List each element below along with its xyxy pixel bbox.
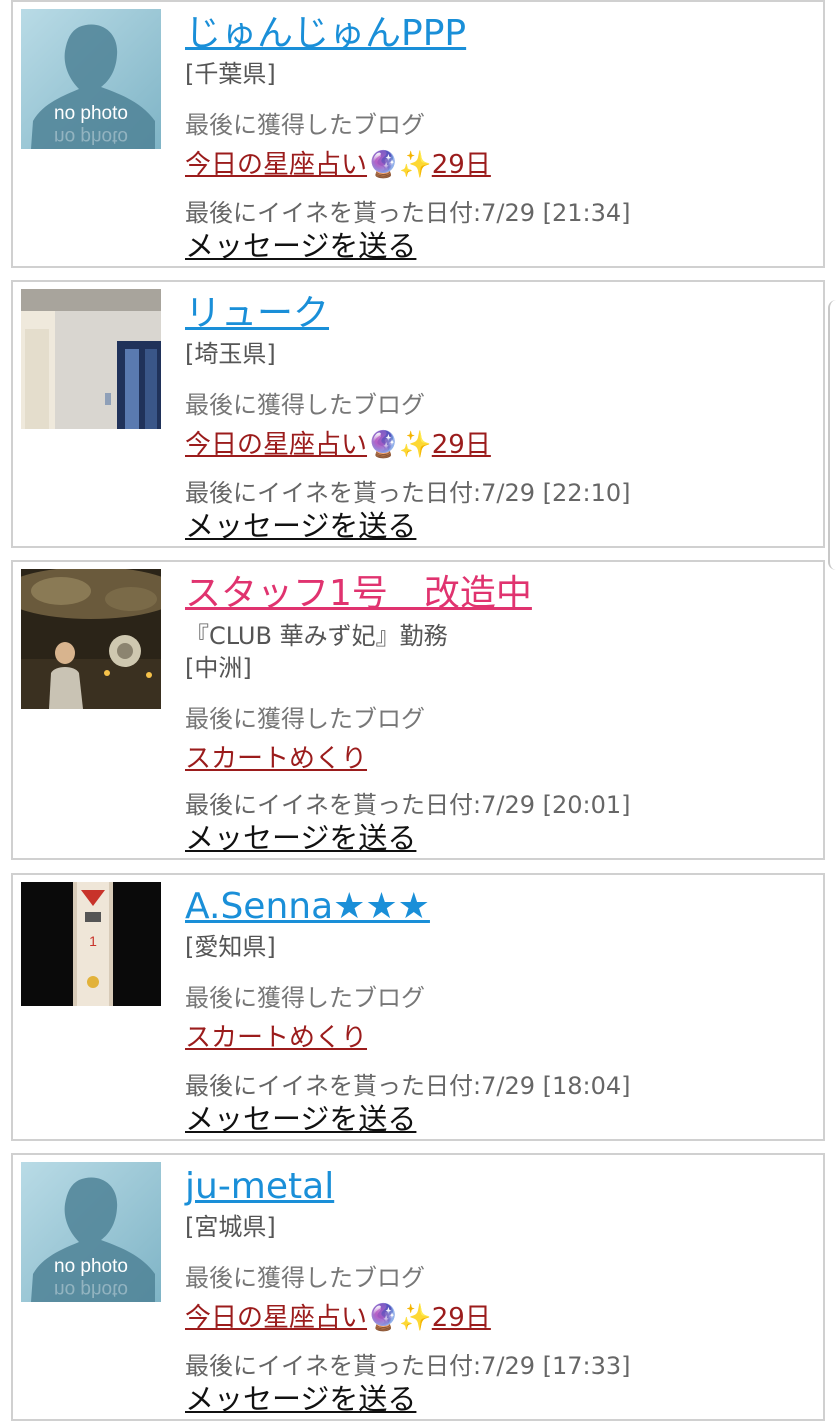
no-photo-text: no photo (54, 1256, 128, 1277)
sparkles-icon: ✨ (399, 430, 432, 460)
user-name-link[interactable]: じゅんじゅんPPP (185, 12, 466, 56)
last-like-date: 最後にイイネを貰った日付:7/29 [17:33] (185, 1352, 631, 1380)
user-shop: 『CLUB 華みず妃』勤務 (185, 622, 448, 650)
scrollbar[interactable] (828, 300, 840, 570)
user-card: 1 A.Senna★★★ [愛知県] 最後に獲得したブログ スカートめくり 最後… (11, 873, 825, 1141)
user-name-link[interactable]: ju-metal (185, 1165, 334, 1209)
crystal-ball-icon: 🔮 (367, 1303, 400, 1333)
svg-text:no photo: no photo (54, 126, 128, 147)
user-name-link[interactable]: スタッフ1号 改造中 (185, 572, 532, 616)
racing-photo: 1 (21, 882, 161, 1006)
send-message-link[interactable]: メッセージを送る (185, 510, 416, 542)
user-area: [中洲] (185, 654, 252, 682)
last-blog-label: 最後に獲得したブログ (185, 984, 425, 1012)
avatar[interactable]: no photo no photo (21, 1162, 161, 1302)
user-card: no photo no photo ju-metal [宮城県] 最後に獲得した… (11, 1153, 825, 1421)
night-photo (21, 569, 161, 709)
avatar[interactable]: no photo no photo (21, 9, 161, 149)
sparkles-icon: ✨ (399, 1303, 432, 1333)
user-prefecture: [宮城県] (185, 1213, 276, 1241)
user-name-link[interactable]: A.Senna★★★ (185, 885, 430, 929)
send-message-link[interactable]: メッセージを送る (185, 1383, 416, 1415)
user-prefecture: [愛知県] (185, 933, 276, 961)
sparkles-icon: ✨ (399, 150, 432, 180)
user-prefecture: [埼玉県] (185, 340, 276, 368)
no-photo-avatar-icon: no photo no photo (21, 9, 161, 149)
send-message-link[interactable]: メッセージを送る (185, 230, 416, 262)
user-card: リューク [埼玉県] 最後に獲得したブログ 今日の星座占い🔮✨29日 最後にイイ… (11, 280, 825, 548)
last-like-date: 最後にイイネを貰った日付:7/29 [22:10] (185, 479, 631, 507)
last-like-date: 最後にイイネを貰った日付:7/29 [20:01] (185, 791, 631, 819)
last-blog-link[interactable]: 今日の星座占い🔮✨29日 (185, 428, 491, 462)
last-blog-link[interactable]: 今日の星座占い🔮✨29日 (185, 1301, 491, 1335)
send-message-link[interactable]: メッセージを送る (185, 1103, 416, 1135)
last-blog-label: 最後に獲得したブログ (185, 391, 425, 419)
avatar[interactable] (21, 289, 161, 429)
last-blog-label: 最後に獲得したブログ (185, 111, 425, 139)
last-like-date: 最後にイイネを貰った日付:7/29 [21:34] (185, 199, 631, 227)
last-like-date: 最後にイイネを貰った日付:7/29 [18:04] (185, 1072, 631, 1100)
avatar[interactable]: 1 (21, 882, 161, 1006)
user-card: no photo no photo じゅんじゅんPPP [千葉県] 最後に獲得し… (11, 0, 825, 268)
crystal-ball-icon: 🔮 (367, 150, 400, 180)
no-photo-text: no photo (54, 103, 128, 124)
last-blog-link[interactable]: 今日の星座占い🔮✨29日 (185, 148, 491, 182)
last-blog-link[interactable]: スカートめくり (185, 742, 367, 776)
svg-text:1: 1 (89, 933, 97, 949)
user-name-link[interactable]: リューク (185, 292, 329, 336)
svg-text:no photo: no photo (54, 1279, 128, 1300)
user-prefecture: [千葉県] (185, 60, 276, 88)
last-blog-label: 最後に獲得したブログ (185, 705, 425, 733)
no-photo-avatar-icon: no photo no photo (21, 1162, 161, 1302)
crystal-ball-icon: 🔮 (367, 430, 400, 460)
send-message-link[interactable]: メッセージを送る (185, 822, 416, 854)
last-blog-link[interactable]: スカートめくり (185, 1021, 367, 1055)
user-card: スタッフ1号 改造中 『CLUB 華みず妃』勤務 [中洲] 最後に獲得したブログ… (11, 560, 825, 860)
last-blog-label: 最後に獲得したブログ (185, 1264, 425, 1292)
room-photo (21, 289, 161, 429)
avatar[interactable] (21, 569, 161, 709)
